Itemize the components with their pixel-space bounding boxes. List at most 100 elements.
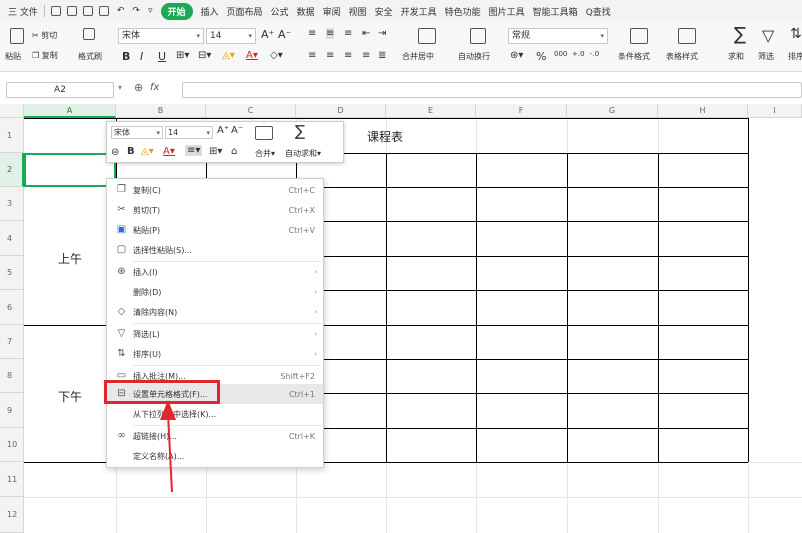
- decrease-decimal-icon[interactable]: -.0: [590, 50, 599, 58]
- row-header-5[interactable]: 5: [0, 256, 24, 290]
- column-header-e[interactable]: E: [386, 104, 476, 118]
- align-left-icon[interactable]: ≡: [308, 50, 316, 61]
- border-icon[interactable]: ⊞▾: [176, 50, 189, 61]
- mini-font-name-select[interactable]: 宋体 ▾: [111, 126, 163, 139]
- row-header-3[interactable]: 3: [0, 187, 24, 221]
- bold-button[interactable]: B: [122, 50, 130, 63]
- export-pdf-icon[interactable]: [66, 6, 77, 16]
- table-style-icon[interactable]: [678, 28, 696, 44]
- grow-font-button[interactable]: A⁺: [261, 28, 274, 41]
- row-header-8[interactable]: 8: [0, 359, 24, 393]
- filter-button[interactable]: 筛选: [758, 51, 774, 62]
- tab-page-layout[interactable]: 页面布局: [227, 5, 263, 18]
- column-header-h[interactable]: H: [658, 104, 748, 118]
- menu-item-paste[interactable]: ▣ 粘贴(P) Ctrl+V: [107, 220, 323, 240]
- distributed-icon[interactable]: ≣: [378, 50, 386, 61]
- tab-data[interactable]: 数据: [297, 5, 315, 18]
- mini-format-icon[interactable]: ⊜: [111, 147, 119, 158]
- format-painter-icon[interactable]: [83, 28, 95, 40]
- menu-item-hyperlink[interactable]: ∞ 超链接(H)... Ctrl+K: [107, 426, 323, 446]
- align-middle-icon[interactable]: ≡: [326, 28, 335, 39]
- conditional-format-icon[interactable]: [630, 28, 648, 44]
- row-header-12[interactable]: 12: [0, 497, 24, 533]
- search-box[interactable]: Q查找: [586, 5, 611, 18]
- column-header-f[interactable]: F: [476, 104, 567, 118]
- paste-button[interactable]: 粘贴: [5, 51, 21, 62]
- menu-item-clear-contents[interactable]: ◇ 清除内容(N) ›: [107, 302, 323, 322]
- conditional-format-button[interactable]: 条件格式: [618, 51, 650, 62]
- file-menu[interactable]: 三 文件: [8, 5, 38, 18]
- tab-developer[interactable]: 开发工具: [401, 5, 437, 18]
- column-header-i[interactable]: I: [748, 104, 802, 118]
- tab-insert[interactable]: 插入: [201, 5, 219, 18]
- tab-security[interactable]: 安全: [375, 5, 393, 18]
- copy-button[interactable]: ❐ 复制: [32, 50, 58, 61]
- column-header-c[interactable]: C: [206, 104, 296, 118]
- row-header-4[interactable]: 4: [0, 221, 24, 256]
- selected-cell-a2[interactable]: [24, 153, 116, 187]
- mini-font-size-select[interactable]: 14 ▾: [165, 126, 213, 139]
- menu-item-define-name[interactable]: 定义名称(A)...: [107, 446, 323, 466]
- save-icon[interactable]: [50, 6, 61, 16]
- wrap-text-icon[interactable]: [470, 28, 486, 44]
- column-header-d[interactable]: D: [296, 104, 386, 118]
- formula-input[interactable]: [182, 82, 802, 98]
- mini-fill-color-icon[interactable]: ◬▾: [141, 146, 154, 157]
- increase-decimal-icon[interactable]: +.0: [572, 50, 585, 58]
- zoom-icon[interactable]: ⊕: [134, 81, 143, 94]
- column-header-g[interactable]: G: [567, 104, 658, 118]
- menu-item-cut[interactable]: ✂ 剪切(T) Ctrl+X: [107, 200, 323, 220]
- mini-merge-icon[interactable]: [255, 126, 273, 140]
- undo-icon[interactable]: ↶: [117, 6, 125, 16]
- indent-increase-icon[interactable]: ⇥: [378, 28, 386, 39]
- menu-item-delete[interactable]: 删除(D) ›: [107, 282, 323, 302]
- print-preview-icon[interactable]: [98, 6, 109, 16]
- merge-center-icon[interactable]: [418, 28, 436, 44]
- fill-color-icon[interactable]: ◬▾: [222, 50, 235, 61]
- format-painter-button[interactable]: 格式刷: [78, 51, 102, 62]
- font-name-select[interactable]: 宋体 ▾: [118, 28, 204, 44]
- align-bottom-icon[interactable]: ≡: [344, 28, 352, 39]
- menu-item-filter[interactable]: ▽ 筛选(L) ›: [107, 324, 323, 344]
- cut-button[interactable]: ✂ 剪切: [32, 30, 57, 41]
- underline-button[interactable]: U: [158, 50, 166, 63]
- tab-picture-tools[interactable]: 图片工具: [489, 5, 525, 18]
- tab-smart-toolbox[interactable]: 智能工具箱: [533, 5, 578, 18]
- cell-style-icon[interactable]: ⊟▾: [198, 50, 211, 61]
- sort-button[interactable]: 排序: [788, 51, 802, 62]
- mini-autosum-icon[interactable]: ∑: [295, 122, 305, 140]
- font-color-icon[interactable]: A▾: [246, 50, 258, 61]
- tab-home[interactable]: 开始: [160, 2, 193, 20]
- row-header-7[interactable]: 7: [0, 325, 24, 359]
- filter-icon[interactable]: ▽: [762, 26, 774, 45]
- align-top-icon[interactable]: ≡: [308, 28, 316, 39]
- tab-features[interactable]: 特色功能: [445, 5, 481, 18]
- shrink-font-button[interactable]: A⁻: [278, 28, 291, 41]
- row-header-11[interactable]: 11: [0, 462, 24, 497]
- thousands-button[interactable]: 000: [554, 50, 567, 58]
- row-header-10[interactable]: 10: [0, 428, 24, 462]
- row-header-1[interactable]: 1: [0, 118, 24, 153]
- currency-icon[interactable]: ⊛▾: [510, 50, 523, 61]
- align-center-icon[interactable]: ≡: [326, 50, 334, 61]
- select-all-corner[interactable]: [0, 104, 24, 118]
- mini-align-icon[interactable]: ≡▾: [185, 145, 203, 156]
- function-wizard-button[interactable]: fx: [150, 82, 159, 93]
- mini-font-color-icon[interactable]: A▾: [163, 146, 175, 157]
- font-size-select[interactable]: 14 ▾: [206, 28, 256, 44]
- sum-icon[interactable]: ∑: [734, 24, 746, 45]
- menu-item-copy[interactable]: ❐ 复制(C) Ctrl+C: [107, 180, 323, 200]
- column-header-a[interactable]: A: [24, 104, 116, 118]
- row-header-9[interactable]: 9: [0, 393, 24, 428]
- justify-icon[interactable]: ≡: [362, 50, 370, 61]
- quick-access-dropdown-icon[interactable]: ▿: [148, 6, 153, 16]
- column-header-b[interactable]: B: [116, 104, 206, 118]
- tab-review[interactable]: 审阅: [323, 5, 341, 18]
- sum-button[interactable]: 求和: [728, 51, 744, 62]
- tab-view[interactable]: 视图: [349, 5, 367, 18]
- mini-shrink-font-button[interactable]: A⁻: [231, 125, 243, 136]
- mini-autosum-button[interactable]: 自动求和▾: [285, 148, 321, 159]
- mini-border-icon[interactable]: ⊞▾: [209, 146, 222, 157]
- sort-icon[interactable]: ⇅: [790, 26, 802, 42]
- mini-bold-button[interactable]: B: [127, 146, 135, 157]
